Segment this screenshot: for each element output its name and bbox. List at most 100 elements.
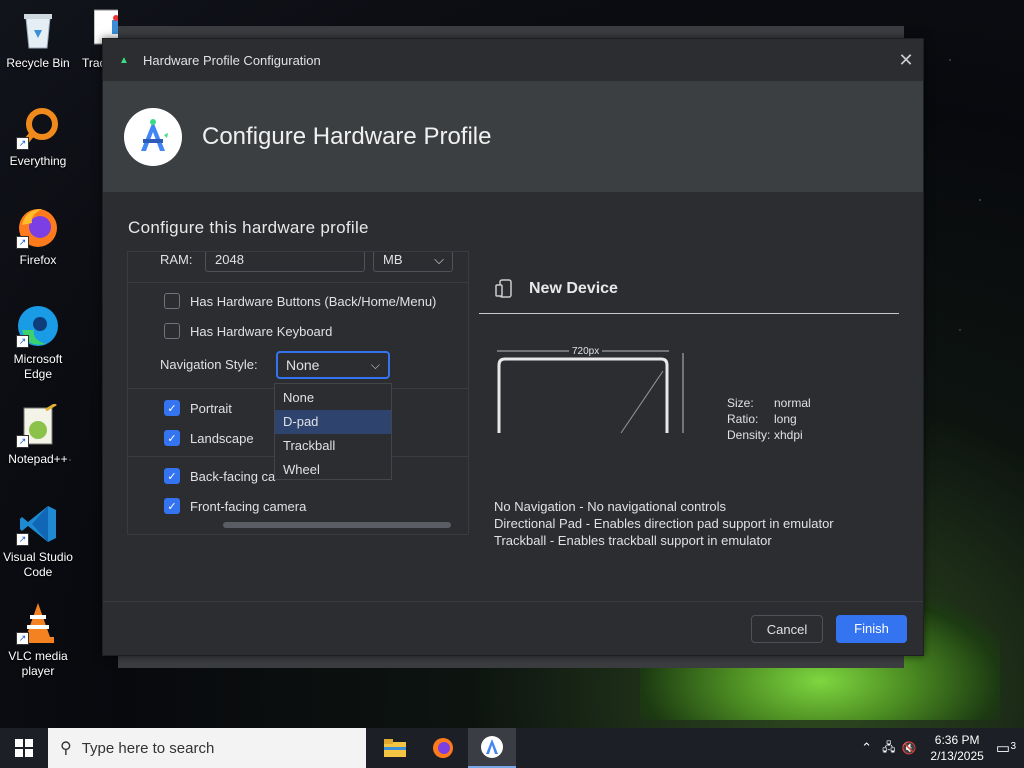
desktop-icon-label: Firefox — [19, 253, 57, 267]
hardware-buttons-label: Has Hardware Buttons (Back/Home/Menu) — [190, 293, 437, 309]
back-camera-row[interactable]: ✓ Back-facing ca — [164, 468, 275, 484]
desktop-icon-label: Microsoft Edge — [13, 352, 63, 381]
shortcut-arrow-icon: ↗ — [16, 435, 29, 448]
desktop-icon-edge[interactable]: ↗ Microsoft Edge — [0, 304, 76, 382]
ratio-value: long — [774, 412, 797, 426]
android-studio-small-icon: ▲ — [119, 55, 129, 66]
desktop-icon-vscode[interactable]: ↗ Visual Studio Code — [0, 502, 76, 580]
notification-count: 3 — [1010, 741, 1016, 752]
finish-button[interactable]: Finish — [836, 615, 907, 643]
dialog-banner: Configure Hardware Profile — [103, 81, 923, 192]
footer-divider — [103, 601, 923, 602]
ram-input[interactable]: 2048 — [205, 252, 365, 272]
front-camera-checkbox[interactable]: ✓ — [164, 498, 180, 514]
chevron-up-icon[interactable]: ⌃ — [861, 740, 872, 756]
chevron-down-icon: ⌵ — [370, 358, 380, 372]
navigation-style-select[interactable]: None ⌵ — [276, 351, 390, 379]
description-line: No Navigation - No navigational controls — [494, 499, 726, 514]
dropdown-option-trackball[interactable]: Trackball — [275, 434, 391, 458]
hardware-keyboard-checkbox[interactable] — [164, 323, 180, 339]
back-camera-checkbox[interactable]: ✓ — [164, 468, 180, 484]
recycle-bin-icon — [16, 8, 60, 52]
dialog-titlebar: ▲ Hardware Profile Configuration — [103, 39, 923, 81]
navigation-style-value: None — [286, 357, 320, 373]
desktop-icon-recycle-bin[interactable]: Recycle Bin — [0, 8, 76, 71]
portrait-label: Portrait — [190, 400, 232, 416]
front-camera-row[interactable]: ✓ Front-facing camera — [164, 498, 306, 514]
taskbar-android-studio[interactable] — [468, 728, 516, 768]
system-tray: ⌃ 🖧 🔇 6:36 PM 2/13/2025 ▭ 3 — [861, 728, 1024, 768]
banner-title: Configure Hardware Profile — [202, 122, 492, 150]
network-icon[interactable]: 🖧 — [882, 738, 895, 759]
landscape-label: Landscape — [190, 430, 254, 446]
android-studio-icon — [481, 736, 503, 758]
clock-time: 6:36 PM — [934, 733, 980, 747]
preview-width-label: 720px — [569, 346, 603, 357]
shortcut-arrow-icon: ↗ — [16, 236, 29, 249]
navigation-style-dropdown: None D-pad Trackball Wheel — [274, 383, 392, 480]
desktop-icon-label: Notepad++ — [8, 452, 68, 466]
search-icon: ⚲ — [60, 740, 72, 757]
cancel-button[interactable]: Cancel — [751, 615, 823, 643]
description-line: Directional Pad - Enables direction pad … — [494, 516, 834, 531]
clock-date: 2/13/2025 — [930, 749, 984, 763]
chevron-down-icon: ⌵ — [434, 252, 444, 267]
desktop-icon-label: VLC media player — [8, 649, 68, 678]
divider — [128, 282, 468, 283]
back-camera-label: Back-facing ca — [190, 468, 276, 484]
shortcut-arrow-icon: ↗ — [16, 632, 29, 645]
desktop-icon-label: Recycle Bin — [6, 56, 70, 70]
taskbar-file-explorer[interactable] — [371, 728, 419, 768]
edge-icon: ↗ — [16, 304, 60, 348]
navigation-style-label: Navigation Style: — [160, 357, 258, 372]
device-preview-panel: New Device 720px Size: normal Ratio: lon… — [479, 251, 899, 548]
search-placeholder: Type here to search — [81, 739, 215, 757]
hardware-profile-dialog: ▲ Hardware Profile Configuration ✕ Confi… — [102, 38, 924, 656]
hardware-keyboard-row[interactable]: Has Hardware Keyboard — [164, 323, 332, 339]
dropdown-option-none[interactable]: None — [275, 386, 391, 410]
header-divider — [479, 313, 899, 314]
hardware-buttons-row[interactable]: Has Hardware Buttons (Back/Home/Menu) — [164, 293, 436, 309]
shortcut-arrow-icon: ↗ — [16, 137, 29, 150]
vlc-icon: ↗ — [16, 601, 60, 645]
desktop-icon-everything[interactable]: ↗ Everything — [0, 106, 76, 169]
desktop-icon-label: Everything — [9, 154, 67, 168]
start-button[interactable] — [0, 728, 48, 768]
dropdown-option-wheel[interactable]: Wheel — [275, 458, 391, 482]
section-title: Configure this hardware profile — [128, 218, 369, 237]
size-label: Size: — [727, 396, 754, 410]
ram-label: RAM: — [160, 252, 193, 267]
landscape-checkbox[interactable]: ✓ — [164, 430, 180, 446]
front-camera-label: Front-facing camera — [190, 498, 307, 514]
desktop-icon-notepadpp[interactable]: ↗ Notepad++ — [0, 402, 76, 467]
device-header: New Device — [495, 279, 618, 299]
desktop-icon-firefox[interactable]: ↗ Firefox — [0, 205, 76, 268]
hardware-buttons-checkbox[interactable] — [164, 293, 180, 309]
ram-unit-select[interactable]: MB ⌵ — [373, 252, 453, 272]
notepadpp-icon: ↗ — [16, 402, 60, 448]
everything-search-icon: ↗ — [16, 106, 60, 150]
landscape-row[interactable]: ✓ Landscape — [164, 430, 254, 446]
volume-muted-icon[interactable]: 🔇 — [901, 741, 916, 755]
horizontal-scrollbar[interactable] — [223, 522, 451, 528]
taskbar-firefox[interactable] — [419, 728, 467, 768]
portrait-row[interactable]: ✓ Portrait — [164, 400, 232, 416]
notification-icon[interactable]: ▭ 3 — [996, 739, 1016, 757]
clock[interactable]: 6:36 PM 2/13/2025 — [930, 732, 983, 764]
ratio-label: Ratio: — [727, 412, 759, 426]
vscode-icon: ↗ — [16, 502, 60, 546]
firefox-icon — [433, 738, 453, 758]
close-icon[interactable]: ✕ — [895, 49, 917, 71]
windows-icon — [15, 739, 33, 757]
folder-icon — [384, 739, 406, 757]
taskbar-search-box[interactable]: ⚲ Type here to search — [48, 728, 366, 768]
desktop-icon-label: Visual Studio Code — [3, 550, 73, 579]
size-value: normal — [774, 396, 811, 410]
desktop-icon-vlc[interactable]: ↗ VLC media player — [0, 601, 76, 679]
portrait-checkbox[interactable]: ✓ — [164, 400, 180, 416]
window-title: Hardware Profile Configuration — [143, 52, 321, 68]
hardware-keyboard-label: Has Hardware Keyboard — [190, 323, 333, 339]
density-label: Density: — [727, 428, 771, 442]
dropdown-option-dpad[interactable]: D-pad — [275, 410, 391, 434]
density-value: xhdpi — [774, 428, 803, 442]
